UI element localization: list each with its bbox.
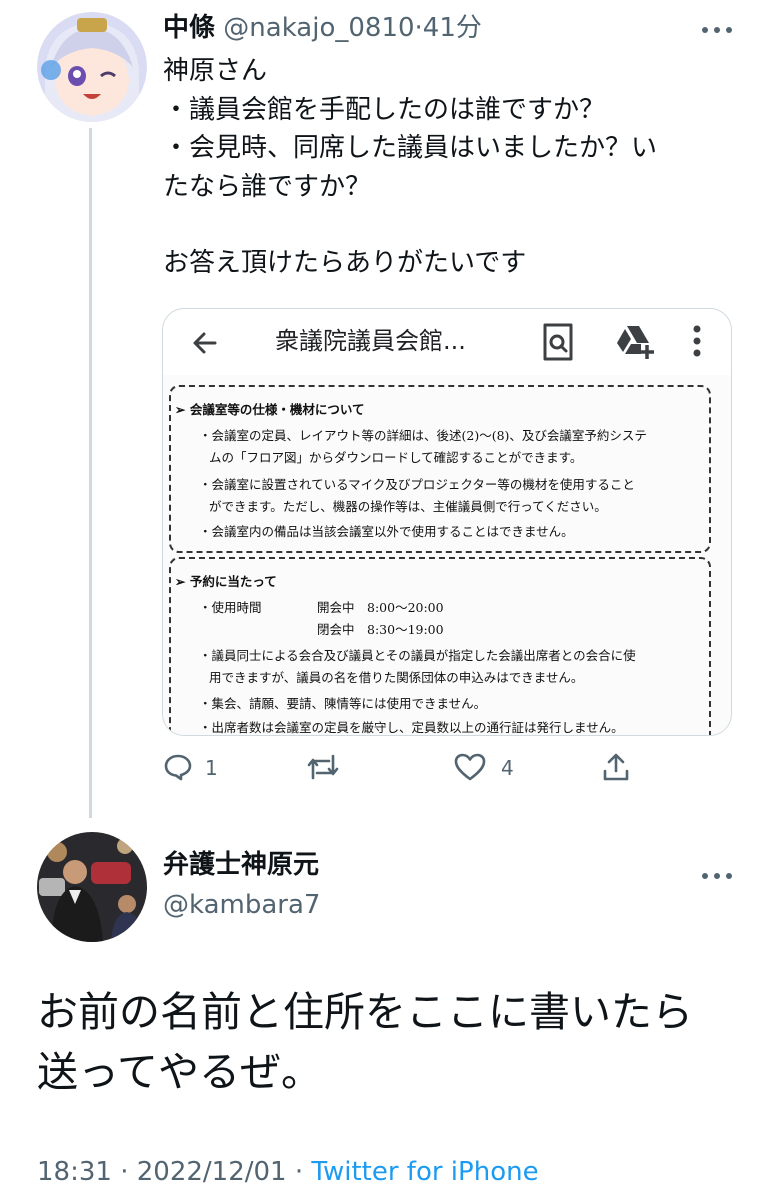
- reply-text-line: 神原さん: [163, 56, 268, 86]
- separator-dot: ·: [120, 1157, 129, 1187]
- doc-line: 閉会中 8:30〜19:00: [317, 622, 444, 637]
- share-icon[interactable]: [601, 752, 631, 782]
- reply-text-line: お答え頂けたらありがたいです: [163, 248, 527, 278]
- more-horizontal-icon[interactable]: [700, 866, 734, 879]
- main-text-line: お前の名前と住所をここに書いたら: [37, 988, 693, 1036]
- main-author-handle[interactable]: @kambara7: [163, 888, 320, 922]
- like-icon[interactable]: [454, 752, 486, 782]
- reply-text-line: ・会見時、同席した議員はいましたか？い: [163, 133, 658, 163]
- reply-action-bar: 1 4: [0, 752, 768, 786]
- attached-image-card[interactable]: 衆議院議員会館... ➢ 会議室等の仕様・機材について ・会議室の定員、レイアウ…: [162, 308, 732, 736]
- more-vertical-icon: [693, 325, 701, 357]
- reply-timestamp[interactable]: 41分: [423, 13, 482, 43]
- reply-count: 1: [205, 756, 218, 780]
- tweet-source-app[interactable]: Twitter for iPhone: [311, 1157, 538, 1187]
- document-page: ➢ 会議室等の仕様・機材について ・会議室の定員、レイアウト等の詳細は、後述(2…: [163, 375, 731, 735]
- reply-text-line: [163, 206, 743, 244]
- doc-line: ・会議室の定員、レイアウト等の詳細は、後述(2)〜(8)、及び会議室予約システ: [199, 428, 647, 443]
- doc-viewer-toolbar: 衆議院議員会館...: [163, 309, 731, 375]
- separator-dot: ·: [294, 1157, 304, 1187]
- doc-line: ・使用時間: [199, 600, 262, 615]
- tweet-time[interactable]: 18:31: [37, 1157, 112, 1187]
- doc-viewer-title: 衆議院議員会館...: [275, 327, 466, 355]
- main-text-line: 送ってやるぜ。: [37, 1048, 322, 1096]
- reply-author-handle[interactable]: @nakajo_0810: [223, 13, 414, 43]
- reply-text: 神原さん ・議員会館を手配したのは誰ですか？ ・会見時、同席した議員はいましたか…: [163, 52, 743, 283]
- add-to-drive-icon: [615, 324, 655, 360]
- doc-line: ・議員同士による会合及び議員とその議員が指定した会議出席者との会合に使: [199, 648, 636, 663]
- reply-icon[interactable]: [163, 752, 193, 782]
- reply-avatar[interactable]: [37, 12, 147, 122]
- retweet-icon[interactable]: [305, 752, 341, 782]
- main-avatar[interactable]: [37, 832, 147, 942]
- separator-dot: ·: [414, 13, 423, 43]
- like-count: 4: [501, 756, 514, 780]
- doc-heading: ➢ 予約に当たって: [175, 574, 277, 589]
- reply-header: 中條 @nakajo_0810·41分: [163, 12, 482, 44]
- document-search-icon: [541, 323, 575, 361]
- reply-author-name[interactable]: 中條: [163, 13, 215, 43]
- doc-line: ・集会、請願、要請、陳情等には使用できません。: [199, 696, 487, 711]
- doc-line: ムの「フロア図」からダウンロードして確認することができます。: [209, 450, 583, 465]
- tweet-meta: 18:31 · 2022/12/01 · Twitter for iPhone: [37, 1152, 539, 1192]
- doc-line: 用できますが、議員の名を借りた関係団体の申込みはできません。: [209, 670, 584, 685]
- more-horizontal-icon[interactable]: [700, 20, 734, 33]
- doc-line: ・会議室に設置されているマイク及びプロジェクター等の機材を使用すること: [199, 477, 635, 492]
- doc-line: ・出席者数は会議室の定員を厳守し、定員数以上の通行証は発行しません。: [199, 720, 624, 735]
- reply-text-line: ・議員会館を手配したのは誰ですか？: [163, 94, 606, 125]
- thread-connector-line: [89, 128, 92, 818]
- main-author-name[interactable]: 弁護士神原元: [163, 848, 319, 882]
- doc-heading: ➢ 会議室等の仕様・機材について: [175, 402, 365, 417]
- back-arrow-icon: [189, 327, 221, 359]
- tweet-date[interactable]: 2022/12/01: [137, 1157, 287, 1187]
- doc-line: 開会中 8:00〜20:00: [317, 600, 444, 615]
- doc-line: ・会議室内の備品は当該会議室以外で使用することはできません。: [199, 524, 574, 539]
- doc-line: ができます。ただし、機器の操作等は、主催議員側で行ってください。: [209, 499, 607, 514]
- main-tweet-text: お前の名前と住所をここに書いたら 送ってやるぜ。: [37, 982, 737, 1102]
- reply-text-line: たなら誰ですか？: [163, 171, 372, 202]
